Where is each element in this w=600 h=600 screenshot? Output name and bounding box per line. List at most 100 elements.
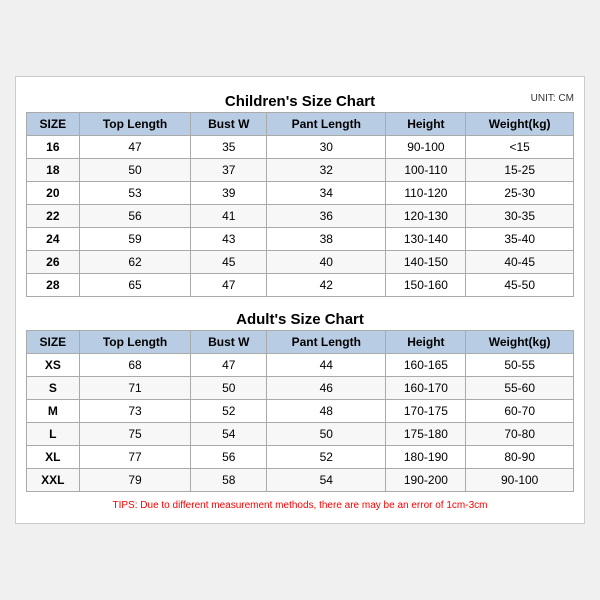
- table-cell: 37: [191, 159, 267, 182]
- table-cell: 26: [27, 251, 80, 274]
- table-cell: 42: [267, 274, 386, 297]
- table-cell: 56: [191, 446, 267, 469]
- table-cell: 190-200: [386, 469, 466, 492]
- table-cell: 79: [79, 469, 191, 492]
- table-cell: 62: [79, 251, 191, 274]
- table-cell: 41: [191, 205, 267, 228]
- table-cell: S: [27, 377, 80, 400]
- table-cell: 130-140: [386, 228, 466, 251]
- table-row: 26624540140-15040-45: [27, 251, 574, 274]
- table-cell: 77: [79, 446, 191, 469]
- table-cell: 44: [267, 354, 386, 377]
- table-cell: XXL: [27, 469, 80, 492]
- children-title-text: Children's Size Chart: [225, 93, 375, 110]
- table-cell: 52: [191, 400, 267, 423]
- children-title: Children's Size Chart UNIT: CM: [26, 87, 574, 112]
- table-cell: 58: [191, 469, 267, 492]
- chart-container: Children's Size Chart UNIT: CM SIZE Top …: [15, 76, 585, 524]
- col-size: SIZE: [27, 331, 80, 354]
- table-cell: 38: [267, 228, 386, 251]
- table-cell: 30: [267, 136, 386, 159]
- unit-label: UNIT: CM: [531, 93, 574, 104]
- table-cell: 20: [27, 182, 80, 205]
- col-top-length: Top Length: [79, 113, 191, 136]
- table-cell: 56: [79, 205, 191, 228]
- table-cell: 15-25: [466, 159, 574, 182]
- table-cell: 68: [79, 354, 191, 377]
- adult-title-text: Adult's Size Chart: [236, 311, 364, 328]
- table-cell: XS: [27, 354, 80, 377]
- table-cell: 53: [79, 182, 191, 205]
- table-cell: 25-30: [466, 182, 574, 205]
- table-row: 20533934110-12025-30: [27, 182, 574, 205]
- table-cell: 45: [191, 251, 267, 274]
- table-row: 28654742150-16045-50: [27, 274, 574, 297]
- table-cell: 22: [27, 205, 80, 228]
- col-height: Height: [386, 331, 466, 354]
- col-weight: Weight(kg): [466, 331, 574, 354]
- table-row: M735248170-17560-70: [27, 400, 574, 423]
- table-cell: 36: [267, 205, 386, 228]
- table-cell: 140-150: [386, 251, 466, 274]
- table-cell: 40-45: [466, 251, 574, 274]
- table-cell: 60-70: [466, 400, 574, 423]
- table-cell: M: [27, 400, 80, 423]
- table-cell: 71: [79, 377, 191, 400]
- col-bust-w: Bust W: [191, 331, 267, 354]
- table-row: 1647353090-100<15: [27, 136, 574, 159]
- table-cell: 35-40: [466, 228, 574, 251]
- table-cell: 30-35: [466, 205, 574, 228]
- table-row: XS684744160-16550-55: [27, 354, 574, 377]
- table-cell: 46: [267, 377, 386, 400]
- col-size: SIZE: [27, 113, 80, 136]
- table-cell: 28: [27, 274, 80, 297]
- table-cell: 34: [267, 182, 386, 205]
- col-height: Height: [386, 113, 466, 136]
- table-cell: 55-60: [466, 377, 574, 400]
- table-row: L755450175-18070-80: [27, 423, 574, 446]
- table-cell: 80-90: [466, 446, 574, 469]
- table-cell: 170-175: [386, 400, 466, 423]
- table-cell: 175-180: [386, 423, 466, 446]
- table-cell: XL: [27, 446, 80, 469]
- adult-title: Adult's Size Chart: [26, 305, 574, 330]
- table-cell: <15: [466, 136, 574, 159]
- table-cell: 43: [191, 228, 267, 251]
- table-cell: L: [27, 423, 80, 446]
- table-cell: 45-50: [466, 274, 574, 297]
- table-row: S715046160-17055-60: [27, 377, 574, 400]
- table-cell: 50: [191, 377, 267, 400]
- table-cell: 110-120: [386, 182, 466, 205]
- table-row: XXL795854190-20090-100: [27, 469, 574, 492]
- table-cell: 150-160: [386, 274, 466, 297]
- col-bust-w: Bust W: [191, 113, 267, 136]
- table-cell: 65: [79, 274, 191, 297]
- table-cell: 47: [191, 274, 267, 297]
- children-size-table: SIZE Top Length Bust W Pant Length Heigh…: [26, 112, 574, 297]
- table-row: 18503732100-11015-25: [27, 159, 574, 182]
- table-cell: 73: [79, 400, 191, 423]
- table-cell: 90-100: [466, 469, 574, 492]
- table-cell: 24: [27, 228, 80, 251]
- adult-header-row: SIZE Top Length Bust W Pant Length Heigh…: [27, 331, 574, 354]
- table-cell: 70-80: [466, 423, 574, 446]
- table-cell: 50-55: [466, 354, 574, 377]
- tips-text: TIPS: Due to different measurement metho…: [26, 498, 574, 513]
- table-cell: 48: [267, 400, 386, 423]
- table-cell: 16: [27, 136, 80, 159]
- table-cell: 18: [27, 159, 80, 182]
- table-row: XL775652180-19080-90: [27, 446, 574, 469]
- table-cell: 39: [191, 182, 267, 205]
- table-cell: 52: [267, 446, 386, 469]
- table-cell: 50: [267, 423, 386, 446]
- children-header-row: SIZE Top Length Bust W Pant Length Heigh…: [27, 113, 574, 136]
- table-cell: 90-100: [386, 136, 466, 159]
- table-cell: 120-130: [386, 205, 466, 228]
- col-pant-length: Pant Length: [267, 331, 386, 354]
- table-cell: 32: [267, 159, 386, 182]
- table-cell: 75: [79, 423, 191, 446]
- table-cell: 100-110: [386, 159, 466, 182]
- col-pant-length: Pant Length: [267, 113, 386, 136]
- col-top-length: Top Length: [79, 331, 191, 354]
- table-cell: 47: [191, 354, 267, 377]
